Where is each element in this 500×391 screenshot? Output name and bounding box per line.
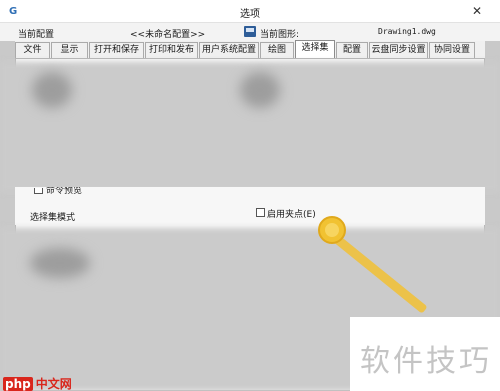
current-profile-label: 当前配置 bbox=[18, 30, 55, 40]
tab-drafting[interactable]: 绘图 bbox=[260, 42, 294, 58]
tab-user-preferences[interactable]: 用户系统配置 bbox=[199, 42, 259, 58]
selection-options-strip bbox=[15, 187, 485, 225]
enable-grips-checkbox[interactable] bbox=[256, 208, 265, 217]
tab-plot-publish[interactable]: 打印和发布 bbox=[145, 42, 198, 58]
logo-badge: php bbox=[3, 377, 33, 391]
blurred-shape bbox=[240, 72, 280, 108]
tab-selection[interactable]: 选择集 bbox=[295, 40, 335, 58]
drawing-icon bbox=[244, 26, 256, 37]
logo-suffix: 中文网 bbox=[35, 377, 72, 391]
current-drawing-label: 当前图形: bbox=[260, 30, 300, 40]
preview-label: 命令预览 bbox=[46, 187, 83, 195]
selection-mode-heading: 选择集模式 bbox=[30, 213, 76, 223]
tab-open-save[interactable]: 打开和保存 bbox=[89, 42, 144, 58]
pointer-marker bbox=[318, 216, 346, 244]
blurred-shape bbox=[32, 72, 72, 108]
profile-row: 当前配置 <<未命名配置>> 当前图形: Drawing1.dwg bbox=[0, 23, 500, 41]
title-bar: G 选项 ✕ bbox=[0, 0, 500, 23]
current-profile-value: <<未命名配置>> bbox=[130, 30, 206, 40]
tab-profiles[interactable]: 配置 bbox=[336, 42, 368, 58]
tab-display[interactable]: 显示 bbox=[51, 42, 88, 58]
tab-collaboration[interactable]: 协同设置 bbox=[429, 42, 475, 58]
tab-files[interactable]: 文件 bbox=[15, 42, 50, 58]
tab-cloud-sync[interactable]: 云盘同步设置 bbox=[369, 42, 428, 58]
watermark-text: 软件技巧 bbox=[360, 344, 492, 379]
current-drawing-value: Drawing1.dwg bbox=[378, 27, 436, 36]
blurred-shape bbox=[30, 248, 90, 278]
close-button[interactable]: ✕ bbox=[466, 2, 488, 20]
tab-bar: 文件 显示 打开和保存 打印和发布 用户系统配置 绘图 选择集 配置 云盘同步设… bbox=[15, 40, 485, 58]
enable-grips-label: 启用夹点(E) bbox=[267, 210, 316, 220]
site-logo: php 中文网 bbox=[3, 375, 72, 391]
preview-checkbox[interactable] bbox=[34, 188, 43, 194]
window-title: 选项 bbox=[240, 9, 260, 20]
